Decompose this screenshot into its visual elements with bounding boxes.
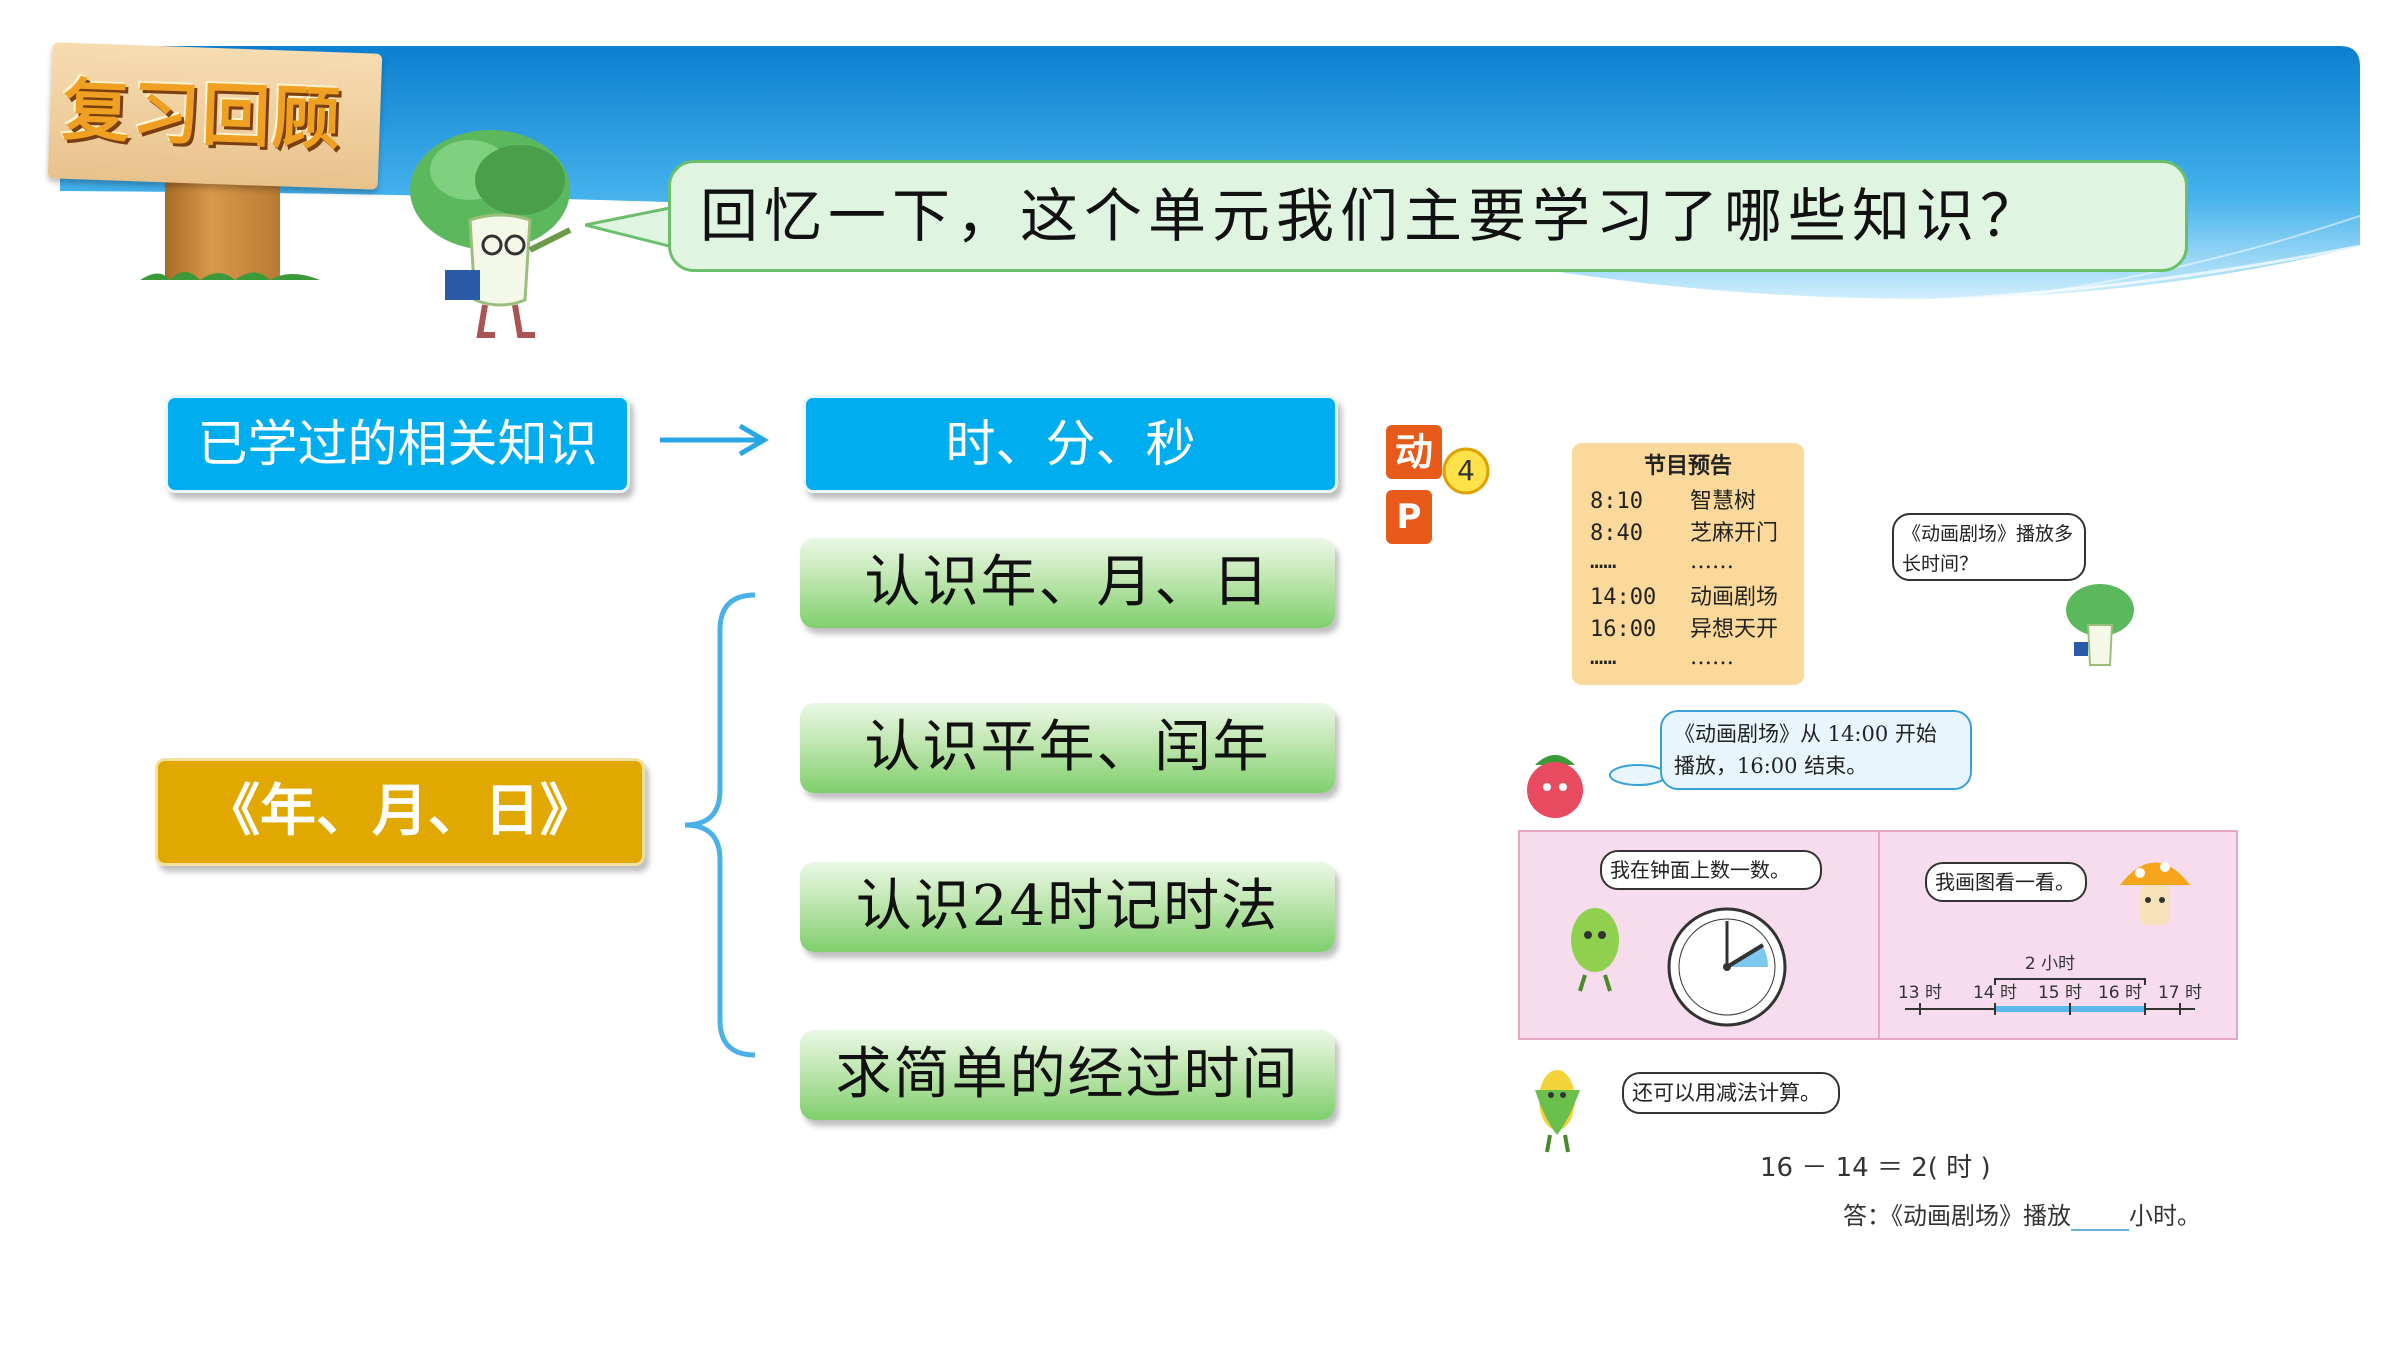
- subtraction-speech-bubble: 还可以用减法计算。: [1622, 1072, 1840, 1114]
- timeline-tick: 14 时: [1972, 983, 2018, 1003]
- timeline-speech-bubble: 我画图看一看。: [1925, 862, 2087, 902]
- topic-24-hour-clock: 认识24时记时法: [800, 862, 1335, 952]
- timeline-span-label: 2 小时: [2024, 954, 2076, 974]
- topic-leap-year: 认识平年、闰年: [800, 703, 1335, 793]
- timeline-tick: 15 时: [2037, 983, 2083, 1003]
- known-knowledge-box: 已学过的相关知识: [165, 395, 630, 493]
- left-brace: [684, 592, 756, 1058]
- topic-year-month-day: 认识年、月、日: [800, 538, 1335, 628]
- schedule-row: …………: [1590, 549, 1734, 574]
- clock-speech-bubble: 我在钟面上数一数。: [1600, 850, 1822, 890]
- number-badge-label: 4: [1457, 454, 1475, 487]
- schedule-row: 14:00 动画剧场: [1590, 585, 1779, 610]
- schedule-row: 8:10 智慧树: [1590, 489, 1757, 514]
- unit-title-box: 《年、月、日》: [155, 758, 645, 866]
- section-title: 复习回顾: [60, 71, 344, 161]
- schedule-row: 16:00 异想天开: [1590, 617, 1779, 642]
- timeline-tick: 17 时: [2157, 983, 2203, 1003]
- bean-character: [1571, 908, 1619, 992]
- answer-sentence: 答：《动画剧场》播放 小时。: [1843, 1202, 2201, 1231]
- schedule-row: …………: [1590, 645, 1734, 670]
- info-speech-bubble: 《动画剧场》从 14:00 开始 播放，16:00 结束。: [1660, 710, 1972, 790]
- schedule-title: 节目预告: [1643, 454, 1732, 479]
- timeline-tick: 16 时: [2097, 983, 2143, 1003]
- corn-character: [1535, 1070, 1580, 1153]
- cabbage-teacher-mascot: [410, 130, 572, 338]
- answer-blank: [2071, 1205, 2129, 1231]
- grass-decoration: [140, 272, 320, 280]
- schedule-row: 8:40 芝麻开门: [1590, 521, 1779, 546]
- mushroom-character: [2120, 862, 2190, 925]
- timeline-tick: 13 时: [1897, 983, 1943, 1003]
- topic-elapsed-time: 求简单的经过时间: [800, 1030, 1335, 1120]
- subtraction-equation: 16 － 14 ＝ 2( 时 ): [1760, 1153, 1991, 1183]
- radish-character: [1527, 755, 1583, 818]
- hour-minute-second-box: 时、分、秒: [803, 395, 1338, 493]
- program-schedule-card: 节目预告 8:10 智慧树 8:40 芝麻开门 ………… 14:00 动画剧场 16:…: [1572, 443, 1804, 685]
- thought-dots: [1609, 764, 1667, 786]
- arrow-right-icon: [660, 423, 769, 457]
- review-question: 回忆一下，这个单元我们主要学习了哪些知识？: [700, 182, 2045, 250]
- ppt-icon[interactable]: P: [1386, 490, 1432, 544]
- cabbage-character: [2066, 584, 2134, 666]
- panel-divider: [1878, 830, 1880, 1040]
- animation-icon[interactable]: 动: [1386, 425, 1442, 479]
- clock-face-icon: [1667, 907, 1787, 1027]
- question-speech-bubble: 《动画剧场》播放多长时间？: [1892, 513, 2086, 581]
